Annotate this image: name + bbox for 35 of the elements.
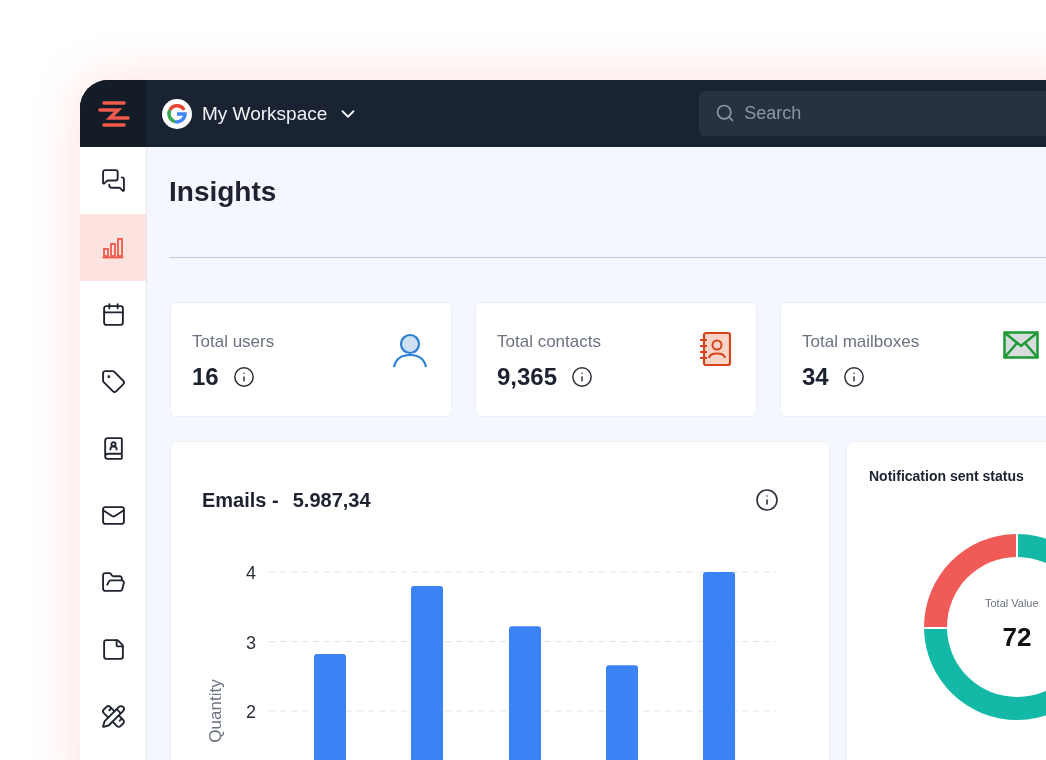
envelope-icon	[1003, 331, 1039, 359]
tag-icon	[100, 369, 126, 394]
chat-icon	[100, 168, 126, 193]
info-icon[interactable]	[842, 366, 865, 388]
donut-center-label: Total Value	[985, 597, 1039, 609]
workspace-switcher[interactable]: My Workspace	[162, 98, 360, 129]
y-tick-label: 3	[246, 632, 256, 653]
info-icon[interactable]	[571, 366, 594, 388]
chart-title: Emails -	[202, 488, 279, 512]
stat-value: 34	[802, 362, 829, 392]
stat-label: Total users	[192, 331, 275, 353]
user-icon	[391, 331, 429, 369]
page-title: Insights	[169, 175, 278, 209]
search-icon	[715, 103, 736, 123]
contact-book-icon	[698, 331, 734, 367]
stat-label: Total mailboxes	[802, 331, 920, 353]
folder-icon	[100, 570, 126, 595]
note-icon	[100, 637, 126, 662]
y-tick-label: 2	[246, 702, 256, 722]
y-axis-label: Quantity	[206, 679, 225, 743]
y-tick-label: 4	[246, 563, 256, 583]
info-icon[interactable]	[755, 488, 779, 512]
stat-label: Total contacts	[497, 331, 601, 353]
chart-total: 5.987,34	[292, 488, 371, 512]
pencil-ruler-icon	[100, 704, 126, 729]
calendar-icon	[100, 302, 126, 327]
donut-center-value: 72	[1001, 622, 1033, 653]
chart-title: Notification sent status	[869, 467, 1025, 486]
info-icon[interactable]	[232, 366, 255, 388]
stat-value: 16	[192, 362, 219, 392]
mail-icon	[100, 503, 126, 528]
stat-value: 9,365	[497, 362, 558, 392]
search-field[interactable]: Search	[699, 91, 1046, 136]
logo-icon[interactable]	[95, 98, 132, 129]
bar-chart-icon	[101, 235, 125, 260]
